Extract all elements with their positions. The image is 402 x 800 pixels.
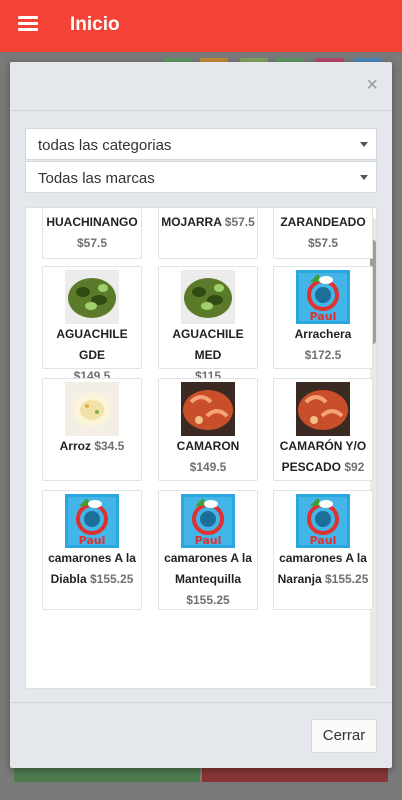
product-price: $172.5 bbox=[304, 348, 342, 362]
product-price-line: $155.25 bbox=[160, 590, 256, 611]
product-name: CAMARON bbox=[176, 439, 240, 453]
product-name: Arrachera bbox=[294, 327, 352, 341]
product-card[interactable]: 100 grHUACHINANGO$57.5 bbox=[42, 208, 142, 259]
background-button-green bbox=[14, 768, 200, 782]
product-card[interactable]: AGUACHILE GDE $149.5 bbox=[42, 266, 142, 383]
product-price: $57.5 bbox=[307, 236, 339, 250]
product-price: $155.25 bbox=[186, 593, 230, 607]
product-name-line1: CAMARÓN Y/O bbox=[279, 439, 367, 453]
app-bar: Inicio bbox=[0, 0, 402, 52]
product-name-line1: camarones A la bbox=[48, 551, 136, 565]
brand-select-value: Todas las marcas bbox=[38, 170, 155, 187]
product-label: camarones A la Diabla $155.25 bbox=[43, 548, 141, 590]
product-image: Paul bbox=[65, 494, 119, 548]
product-price: $57.5 bbox=[76, 236, 108, 250]
product-name-line1: camarones A la bbox=[164, 551, 252, 565]
product-price: $155.25 bbox=[89, 572, 134, 586]
product-name: Arroz $34.5 bbox=[59, 439, 125, 453]
product-name: HUACHINANGO bbox=[46, 215, 138, 229]
product-label: 100 grMOJARRA $57.5 bbox=[159, 208, 257, 233]
product-name: Diabla $155.25 bbox=[50, 572, 134, 586]
close-button[interactable]: Cerrar bbox=[311, 719, 377, 753]
product-price: $149.5 bbox=[189, 460, 227, 474]
brand-select[interactable]: Todas las marcas bbox=[25, 161, 377, 193]
product-card[interactable]: CAMARÓN Y/O PESCADO $92 bbox=[273, 378, 373, 481]
product-price: $155.25 bbox=[324, 572, 369, 586]
product-image: Paul bbox=[181, 494, 235, 548]
product-price-line: $57.5 bbox=[44, 233, 140, 254]
product-label: Arrachera $172.5 bbox=[274, 324, 372, 366]
product-label: camarones A la Mantequilla $155.25 bbox=[159, 548, 257, 611]
svg-text:Paul: Paul bbox=[310, 534, 337, 547]
product-image bbox=[181, 382, 235, 436]
svg-text:Paul: Paul bbox=[79, 534, 106, 547]
page-title: Inicio bbox=[70, 14, 120, 35]
chevron-down-icon bbox=[360, 175, 368, 180]
product-label: CAMARÓN Y/O PESCADO $92 bbox=[274, 436, 372, 478]
product-label: camarones A la Naranja $155.25 bbox=[274, 548, 372, 590]
product-card[interactable]: Paul100 grZARANDEADO$57.5 bbox=[273, 208, 373, 259]
product-card[interactable]: Arroz $34.5 bbox=[42, 378, 142, 481]
product-image bbox=[181, 270, 235, 324]
product-name: AGUACHILE GDE bbox=[56, 327, 128, 362]
product-price-line: $57.5 bbox=[275, 233, 371, 254]
product-name: Naranja $155.25 bbox=[277, 572, 369, 586]
product-label: 100 grHUACHINANGO$57.5 bbox=[43, 208, 141, 254]
category-select[interactable]: todas las categorias bbox=[25, 128, 377, 160]
product-name-line1: camarones A la bbox=[279, 551, 367, 565]
product-card[interactable]: Paul Arrachera $172.5 bbox=[273, 266, 373, 369]
product-card[interactable]: Paul camarones A la Diabla $155.25 bbox=[42, 490, 142, 610]
close-icon[interactable]: × bbox=[366, 74, 378, 97]
product-price: $92 bbox=[344, 460, 365, 474]
product-label: 100 grZARANDEADO$57.5 bbox=[274, 208, 372, 254]
product-price: $57.5 bbox=[224, 215, 255, 229]
product-name: ZARANDEADO bbox=[280, 215, 366, 229]
svg-text:Paul: Paul bbox=[310, 310, 337, 323]
product-card[interactable]: CAMARON $149.5 bbox=[158, 378, 258, 481]
product-image: Paul bbox=[296, 270, 350, 324]
product-price: $34.5 bbox=[94, 439, 125, 453]
product-name: PESCADO $92 bbox=[281, 460, 365, 474]
product-grid: 100 grHUACHINANGO$57.5Paul100 grMOJARRA … bbox=[25, 207, 377, 689]
product-card[interactable]: Paul camarones A la Naranja $155.25 bbox=[273, 490, 373, 610]
chevron-down-icon bbox=[360, 142, 368, 147]
product-card[interactable]: Paul100 grMOJARRA $57.5 bbox=[158, 208, 258, 259]
product-name: MOJARRA $57.5 bbox=[161, 215, 255, 229]
background-button-red bbox=[202, 768, 388, 782]
product-name: Mantequilla bbox=[174, 572, 241, 586]
category-select-value: todas las categorias bbox=[38, 137, 172, 154]
product-name: AGUACHILE MED bbox=[172, 327, 244, 362]
header-divider bbox=[10, 110, 392, 111]
product-label: CAMARON $149.5 bbox=[159, 436, 257, 478]
product-card[interactable]: Paul camarones A la Mantequilla $155.25 bbox=[158, 490, 258, 610]
product-card[interactable]: AGUACHILE MED $115 bbox=[158, 266, 258, 383]
product-picker-modal: × todas las categorias Todas las marcas … bbox=[10, 62, 392, 768]
footer-divider bbox=[10, 702, 392, 703]
product-price-line: $172.5 bbox=[275, 345, 371, 366]
menu-icon[interactable] bbox=[18, 16, 38, 32]
product-price-line: $149.5 bbox=[160, 457, 256, 478]
product-image: Paul bbox=[296, 494, 350, 548]
product-image bbox=[65, 270, 119, 324]
svg-text:Paul: Paul bbox=[195, 534, 222, 547]
product-image bbox=[296, 382, 350, 436]
product-label: Arroz $34.5 bbox=[43, 436, 141, 457]
product-image bbox=[65, 382, 119, 436]
